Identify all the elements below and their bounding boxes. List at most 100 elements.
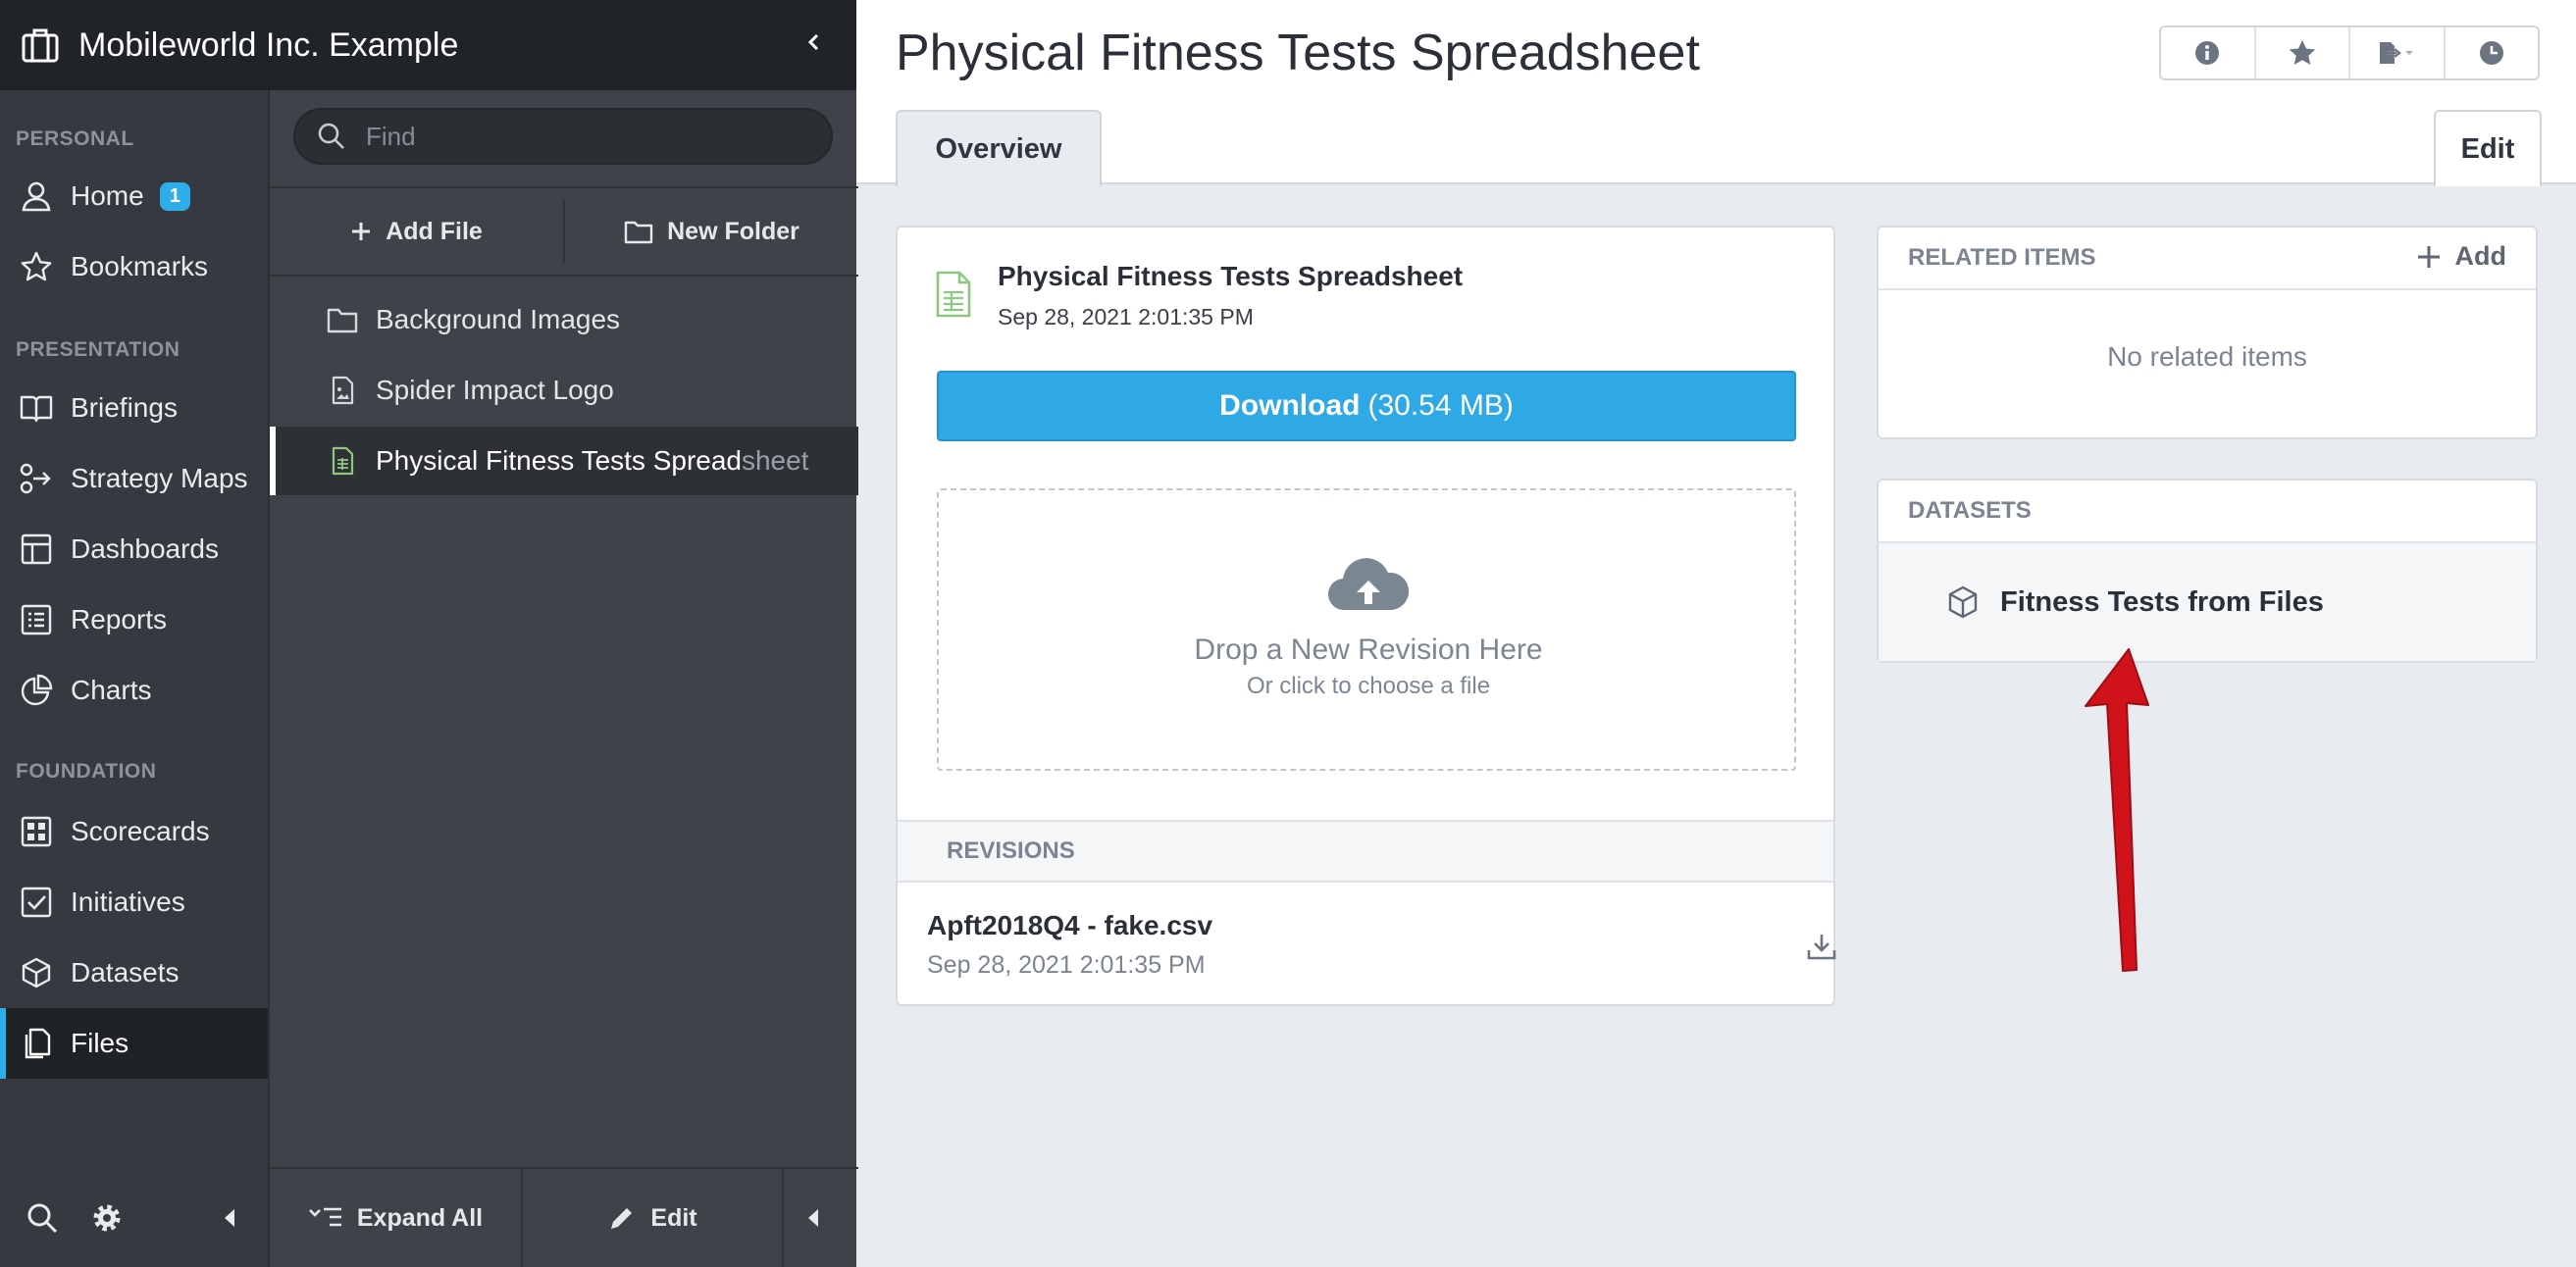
nav-item-label: Charts — [71, 675, 152, 705]
plus-icon — [352, 223, 371, 240]
nav-footer — [0, 1182, 268, 1254]
image-file-icon — [332, 376, 354, 405]
file-item-label: Background Images — [376, 304, 621, 334]
scorecard-icon — [21, 816, 52, 847]
spreadsheet-icon — [936, 271, 971, 318]
section-personal: PERSONAL — [16, 127, 134, 150]
nav-item-strategy-maps[interactable]: Strategy Maps — [0, 443, 268, 514]
user-icon — [22, 181, 51, 212]
new-folder-label: New Folder — [667, 217, 799, 245]
file-name: Physical Fitness Tests Spreadsheet — [998, 261, 1464, 291]
star-icon — [21, 251, 52, 281]
datasets-header: DATASETS — [1879, 481, 2536, 543]
dataset-label: Fitness Tests from Files — [2000, 585, 2324, 618]
checkbox-icon — [21, 887, 52, 918]
nav-item-datasets[interactable]: Datasets — [0, 938, 268, 1008]
clock-icon — [2479, 41, 2503, 65]
nav-item-charts[interactable]: Charts — [0, 655, 268, 726]
file-list-item[interactable]: Spider Impact Logo — [270, 356, 858, 425]
briefcase-icon — [22, 27, 59, 63]
nav-header: Mobileworld Inc. Example — [0, 0, 856, 90]
section-presentation: PRESENTATION — [16, 338, 180, 361]
file-list-item-active[interactable]: Physical Fitness Tests Spreadsheet — [270, 427, 858, 495]
page-header: Physical Fitness Tests Spreadsheet Overv… — [856, 0, 2576, 186]
file-browser-panel: Add File New Folder Background Images Sp… — [268, 90, 858, 1267]
nav-item-label: Dashboards — [71, 533, 219, 564]
dashboard-icon — [21, 533, 52, 565]
expand-all-icon — [308, 1207, 341, 1227]
nav-item-scorecards[interactable]: Scorecards — [0, 796, 268, 867]
gear-icon[interactable] — [90, 1201, 124, 1235]
cube-icon — [1948, 585, 1978, 619]
bookmark-button[interactable] — [2256, 27, 2350, 78]
nav-item-label: Bookmarks — [71, 251, 209, 281]
info-button[interactable] — [2161, 27, 2256, 78]
search-input[interactable] — [366, 121, 817, 152]
strategy-map-icon — [20, 463, 51, 494]
share-dropdown-button[interactable] — [2350, 27, 2446, 78]
expand-all-button[interactable]: Expand All — [270, 1169, 523, 1267]
datasets-card: DATASETS Fitness Tests from Files — [1877, 479, 2538, 663]
add-file-label: Add File — [386, 217, 483, 245]
nav-item-files[interactable]: Files — [0, 1008, 268, 1079]
folder-icon — [624, 221, 653, 244]
info-icon — [2195, 41, 2220, 65]
edit-label: Edit — [650, 1203, 697, 1232]
add-file-button[interactable]: Add File — [270, 188, 563, 275]
file-date: Sep 28, 2021 2:01:35 PM — [998, 304, 1254, 329]
search-box[interactable] — [293, 108, 833, 165]
export-icon — [2380, 42, 2414, 64]
nav-item-label: Home — [71, 180, 144, 211]
nav-item-label: Briefings — [71, 392, 178, 423]
collapse-chevron-icon[interactable] — [805, 29, 821, 55]
nav-item-bookmarks[interactable]: Bookmarks — [0, 231, 268, 302]
related-items-card: RELATED ITEMS Add No related items — [1877, 226, 2538, 439]
nav-item-briefings[interactable]: Briefings — [0, 373, 268, 443]
panel-actions: Add File New Folder — [270, 186, 858, 277]
new-folder-button[interactable]: New Folder — [565, 188, 858, 275]
cloud-upload-icon — [1327, 558, 1410, 611]
file-item-label-main: Physical Fitness Tests Spread — [376, 445, 742, 476]
edit-files-button[interactable]: Edit — [523, 1169, 784, 1267]
file-list-item[interactable]: Background Images — [270, 285, 858, 354]
main-content: Physical Fitness Tests Spreadsheet Overv… — [856, 0, 2576, 1267]
revision-drop-zone[interactable]: Drop a New Revision Here Or click to cho… — [937, 488, 1796, 771]
dataset-link[interactable]: Fitness Tests from Files — [1879, 543, 2536, 661]
download-button[interactable]: Download (30.54 MB) — [937, 371, 1796, 441]
nav-item-reports[interactable]: Reports — [0, 584, 268, 655]
book-icon — [20, 395, 53, 423]
folder-icon — [327, 308, 358, 333]
edit-page-button[interactable]: Edit — [2434, 110, 2542, 186]
nav-item-initiatives[interactable]: Initiatives — [0, 867, 268, 938]
nav-item-label: Files — [71, 1028, 129, 1058]
file-details-card: Physical Fitness Tests Spreadsheet Sep 2… — [896, 226, 1837, 1006]
org-name: Mobileworld Inc. Example — [78, 25, 459, 64]
download-icon[interactable] — [1806, 932, 1837, 961]
pencil-icon — [611, 1208, 633, 1229]
datasets-title: DATASETS — [1908, 497, 2032, 524]
section-foundation: FOUNDATION — [16, 760, 157, 783]
star-icon — [2289, 40, 2316, 65]
tab-overview[interactable]: Overview — [896, 110, 1102, 186]
nav-item-label: Initiatives — [71, 887, 185, 917]
file-item-label-truncated: sheet — [741, 445, 809, 476]
nav-item-label: Datasets — [71, 957, 180, 988]
collapse-panel-icon[interactable] — [784, 1169, 856, 1267]
add-related-button[interactable]: Add — [2416, 241, 2506, 272]
drop-zone-title: Drop a New Revision Here — [1194, 634, 1543, 666]
drop-zone-subtitle: Or click to choose a file — [1246, 673, 1491, 699]
panel-footer: Expand All Edit — [270, 1167, 858, 1267]
files-icon — [25, 1028, 51, 1059]
search-icon[interactable] — [26, 1201, 59, 1235]
notification-badge: 1 — [159, 181, 190, 211]
collapse-nav-icon[interactable] — [222, 1205, 237, 1231]
download-label: Download — [1219, 389, 1361, 422]
pie-chart-icon — [21, 674, 53, 706]
nav-item-home[interactable]: Home 1 — [0, 161, 268, 231]
page-title: Physical Fitness Tests Spreadsheet — [896, 25, 1700, 81]
related-items-header: RELATED ITEMS Add — [1879, 228, 2536, 290]
history-button[interactable] — [2446, 27, 2539, 78]
page-toolbar — [2159, 25, 2540, 80]
nav-item-dashboards[interactable]: Dashboards — [0, 514, 268, 584]
add-label: Add — [2454, 241, 2506, 271]
